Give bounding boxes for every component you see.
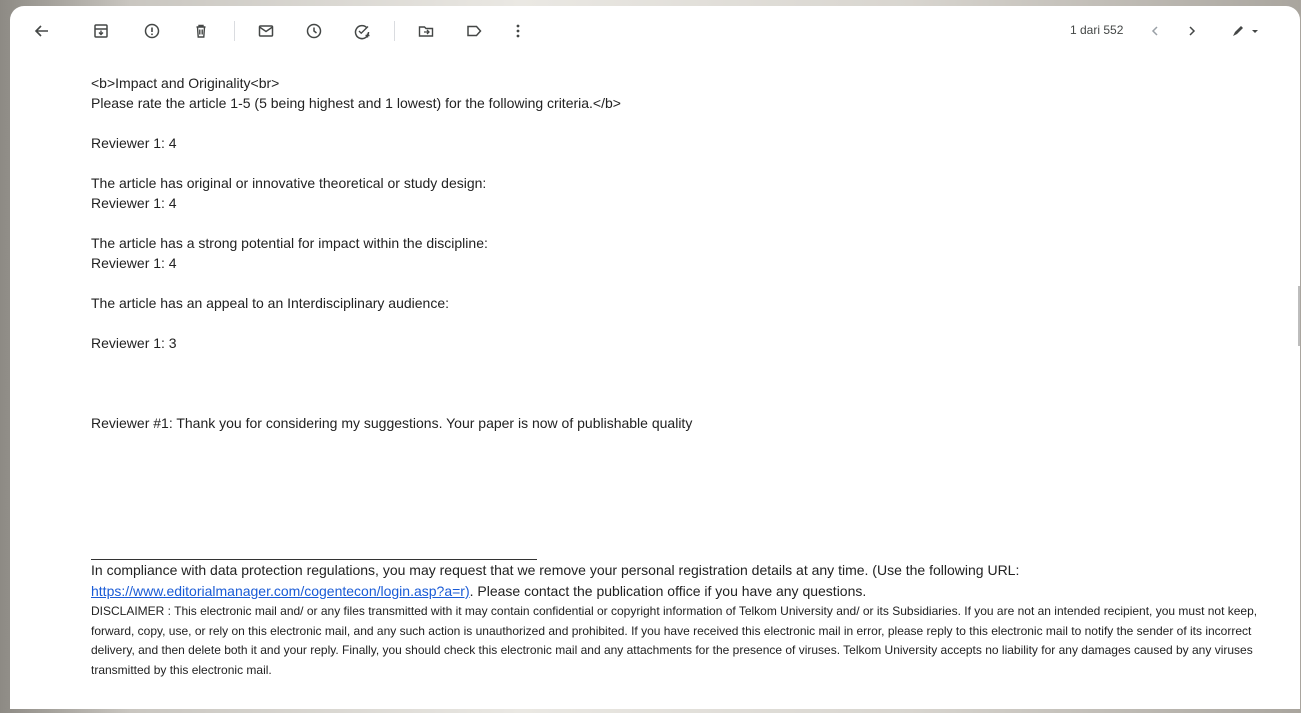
question-impact: The article has a strong potential for i…	[91, 235, 488, 251]
reviewer-comment: Reviewer #1: Thank you for considering m…	[91, 415, 693, 431]
reviewer-score: Reviewer 1: 4	[91, 195, 177, 211]
snooze-icon[interactable]	[302, 19, 326, 43]
toolbar-divider	[234, 21, 235, 41]
message-counter: 1 dari 552	[1070, 23, 1124, 37]
move-to-icon[interactable]	[414, 19, 438, 43]
email-window: 1 dari 552 <b>Impact and Originality<br>…	[10, 6, 1300, 709]
reviewer-score: Reviewer 1: 4	[91, 135, 177, 151]
pencil-icon[interactable]	[1228, 19, 1264, 43]
back-icon[interactable]	[30, 19, 54, 43]
scrollbar-thumb[interactable]	[1298, 286, 1300, 346]
disclaimer-text: DISCLAIMER : This electronic mail and/ o…	[91, 604, 1258, 677]
question-original: The article has original or innovative t…	[91, 175, 487, 191]
heading-line-2: Please rate the article 1-5 (5 being hig…	[91, 95, 621, 111]
compliance-text: In compliance with data protection regul…	[91, 562, 1020, 578]
question-interdisciplinary: The article has an appeal to an Interdis…	[91, 295, 449, 311]
reviewer-score: Reviewer 1: 3	[91, 335, 177, 351]
delete-icon[interactable]	[189, 19, 213, 43]
email-footer: In compliance with data protection regul…	[91, 560, 1291, 680]
more-icon[interactable]	[506, 19, 530, 43]
archive-icon[interactable]	[89, 19, 113, 43]
toolbar: 1 dari 552	[10, 6, 1300, 56]
chevron-right-icon[interactable]	[1180, 19, 1204, 43]
editorial-manager-link[interactable]: https://www.editorialmanager.com/cogente…	[91, 583, 470, 599]
contact-text: . Please contact the publication office …	[469, 583, 867, 599]
chevron-left-icon[interactable]	[1143, 19, 1167, 43]
report-spam-icon[interactable]	[140, 19, 164, 43]
mark-unread-icon[interactable]	[254, 19, 278, 43]
toolbar-divider	[394, 21, 395, 41]
reviewer-score: Reviewer 1: 4	[91, 255, 177, 271]
heading-line-1: <b>Impact and Originality<br>	[91, 75, 280, 91]
add-task-icon[interactable]	[350, 19, 374, 43]
contact-line: https://www.editorialmanager.com/cogente…	[91, 581, 1291, 602]
label-icon[interactable]	[462, 19, 486, 43]
message-body: <b>Impact and Originality<br> Please rat…	[91, 73, 1286, 433]
